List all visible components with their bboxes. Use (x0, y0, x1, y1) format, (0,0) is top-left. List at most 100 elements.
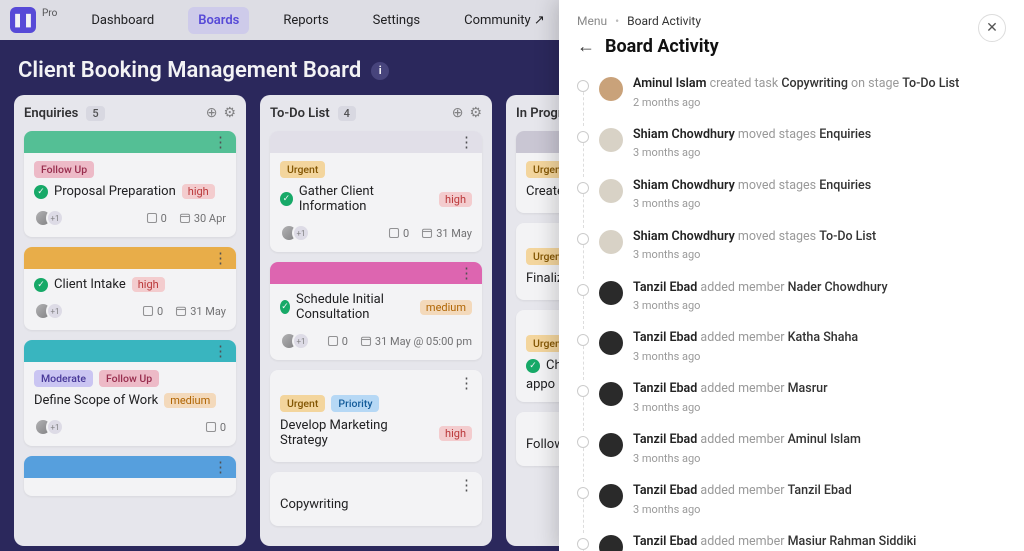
activity-time: 3 months ago (633, 451, 861, 466)
timeline-dot (577, 80, 589, 92)
assignee-avatars[interactable]: +1 (34, 302, 64, 320)
nav-settings[interactable]: Settings (363, 7, 430, 34)
priority-chip: high (132, 277, 165, 292)
lane: Enquiries5⊕⚙⋮Follow Up✓Proposal Preparat… (14, 95, 246, 546)
activity-item: Aminul Islam created task Copywriting on… (577, 67, 1006, 118)
avatar (599, 535, 623, 551)
card-menu-icon[interactable]: ⋮ (459, 135, 474, 150)
card-title: Schedule Initial Consultation (296, 292, 414, 322)
activity-item: Shiam Chowdhury moved stages Enquiries3 … (577, 169, 1006, 220)
due-date: 31 May (175, 305, 226, 318)
card-menu-icon[interactable]: ⋮ (213, 344, 228, 359)
nav-boards[interactable]: Boards (188, 7, 249, 34)
nav-dashboard[interactable]: Dashboard (81, 7, 164, 34)
assignee-avatars[interactable]: +1 (280, 332, 310, 350)
back-arrow-icon[interactable]: ← (577, 36, 595, 57)
subtask-count: 0 (205, 421, 226, 434)
avatar (599, 382, 623, 406)
avatar (599, 230, 623, 254)
close-icon[interactable]: ✕ (978, 14, 1006, 42)
timeline-dot (577, 487, 589, 499)
assignee-avatars[interactable]: +1 (34, 418, 64, 436)
check-icon: ✓ (280, 300, 290, 314)
activity-item: Tanzil Ebad added member Masrur3 months … (577, 372, 1006, 423)
kanban-card[interactable]: ⋮ (24, 456, 236, 496)
priority-chip: high (439, 192, 472, 207)
card-menu-icon[interactable]: ⋮ (213, 460, 228, 475)
card-title: Gather Client Information (299, 184, 433, 214)
card-menu-icon[interactable]: ⋮ (213, 251, 228, 266)
activity-text: Tanzil Ebad added member Masrur3 months … (633, 380, 828, 415)
breadcrumb: Menu • Board Activity (559, 0, 1024, 32)
activity-text: Tanzil Ebad added member Masiur Rahman S… (633, 533, 916, 551)
add-card-icon[interactable]: ⊕ (206, 105, 218, 121)
card-tag: Moderate (34, 370, 93, 387)
lane-settings-icon[interactable]: ⚙ (469, 105, 482, 121)
nav-reports[interactable]: Reports (273, 7, 338, 34)
nav-community[interactable]: Community ↗ (454, 7, 555, 34)
lane-settings-icon[interactable]: ⚙ (223, 105, 236, 121)
assignee-avatars[interactable]: +1 (34, 209, 64, 227)
timeline-dot (577, 538, 589, 550)
crumb-current: Board Activity (627, 14, 701, 28)
panel-title: Board Activity (605, 36, 719, 57)
card-menu-icon[interactable]: ⋮ (213, 135, 228, 150)
avatar (599, 179, 623, 203)
activity-time: 3 months ago (633, 502, 852, 517)
due-date: 31 May @ 05:00 pm (360, 335, 472, 348)
app-logo[interactable]: ❚❚ (10, 7, 36, 33)
timeline-dot (577, 233, 589, 245)
crumb-menu[interactable]: Menu (577, 14, 607, 28)
timeline-dot (577, 284, 589, 296)
kanban-card[interactable]: ⋮✓Client Intakehigh+1031 May (24, 247, 236, 330)
timeline-dot (577, 131, 589, 143)
activity-text: Tanzil Ebad added member Katha Shaha3 mo… (633, 329, 858, 364)
activity-item: Tanzil Ebad added member Masiur Rahman S… (577, 525, 1006, 551)
check-icon: ✓ (34, 185, 48, 199)
avatar (599, 331, 623, 355)
activity-item: Tanzil Ebad added member Aminul Islam3 m… (577, 423, 1006, 474)
crumb-sep: • (615, 14, 619, 28)
assignee-avatars[interactable]: +1 (280, 224, 310, 242)
lane: To-Do List4⊕⚙⋮Urgent✓Gather Client Infor… (260, 95, 492, 546)
card-title: Client Intake (54, 277, 126, 292)
activity-text: Shiam Chowdhury moved stages Enquiries3 … (633, 177, 871, 212)
timeline-dot (577, 182, 589, 194)
lane-name: Enquiries (24, 106, 78, 121)
activity-text: Tanzil Ebad added member Aminul Islam3 m… (633, 431, 861, 466)
activity-panel: ✕ Menu • Board Activity ← Board Activity… (559, 0, 1024, 551)
card-menu-icon[interactable]: ⋮ (459, 478, 474, 493)
timeline-dot (577, 385, 589, 397)
board-title: Client Booking Management Board (18, 58, 361, 83)
card-title: Define Scope of Work (34, 393, 158, 408)
activity-time: 3 months ago (633, 298, 888, 313)
activity-time: 3 months ago (633, 196, 871, 211)
kanban-card[interactable]: ⋮UrgentPriorityDevelop Marketing Strateg… (270, 370, 482, 462)
add-card-icon[interactable]: ⊕ (452, 105, 464, 121)
kanban-card[interactable]: ⋮✓Schedule Initial Consultationmedium+10… (270, 262, 482, 360)
activity-text: Aminul Islam created task Copywriting on… (633, 75, 959, 110)
activity-item: Tanzil Ebad added member Katha Shaha3 mo… (577, 321, 1006, 372)
kanban-card[interactable]: ⋮Follow Up✓Proposal Preparationhigh+1030… (24, 131, 236, 237)
info-icon[interactable]: i (371, 62, 389, 80)
activity-text: Tanzil Ebad added member Nader Chowdhury… (633, 279, 888, 314)
card-tag: Urgent (280, 161, 325, 178)
avatar (599, 77, 623, 101)
lane-count: 4 (338, 106, 356, 121)
kanban-card[interactable]: ⋮Copywriting (270, 472, 482, 526)
subtask-count: 0 (146, 212, 167, 225)
check-icon: ✓ (34, 278, 48, 292)
activity-time: 3 months ago (633, 247, 876, 262)
activity-list: Aminul Islam created task Copywriting on… (559, 67, 1024, 551)
priority-chip: medium (164, 393, 216, 408)
activity-text: Shiam Chowdhury moved stages To-Do List3… (633, 228, 876, 263)
activity-text: Tanzil Ebad added member Tanzil Ebad3 mo… (633, 482, 852, 517)
activity-time: 3 months ago (633, 145, 871, 160)
activity-time: 3 months ago (633, 400, 828, 415)
card-title: Develop Marketing Strategy (280, 418, 433, 448)
kanban-card[interactable]: ⋮Urgent✓Gather Client Informationhigh+10… (270, 131, 482, 252)
kanban-card[interactable]: ⋮ModerateFollow UpDefine Scope of Workme… (24, 340, 236, 446)
check-icon: ✓ (526, 359, 540, 373)
card-menu-icon[interactable]: ⋮ (459, 376, 474, 391)
card-menu-icon[interactable]: ⋮ (459, 266, 474, 281)
